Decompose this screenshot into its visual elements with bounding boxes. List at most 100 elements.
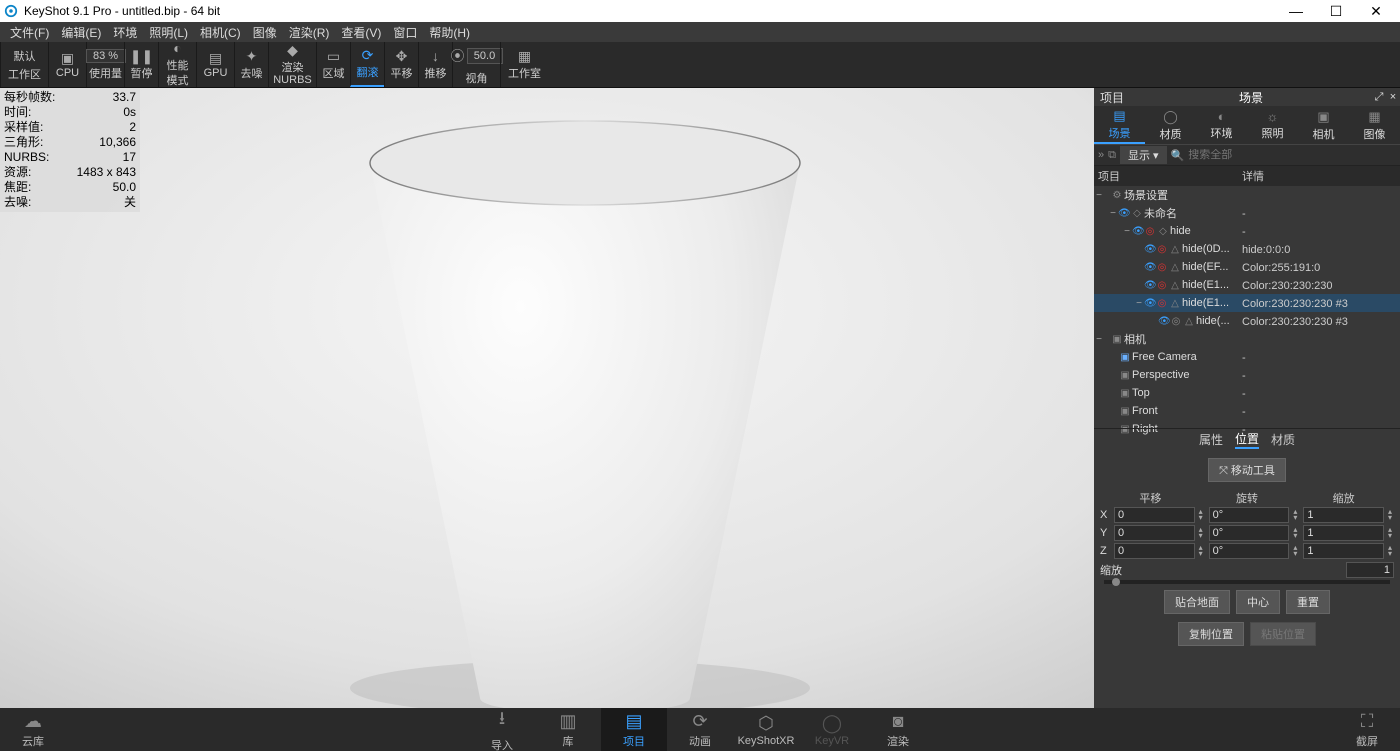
vr-icon: ◯ [822, 713, 842, 734]
region-button[interactable]: ▭ 区域 [316, 42, 350, 87]
search-row: » ⧉ 显示 ▾ 🔍 [1094, 144, 1400, 166]
menu-view[interactable]: 查看(V) [335, 24, 387, 41]
tab-scene[interactable]: ▤场景 [1094, 106, 1145, 144]
tree-icon[interactable]: ⧉ [1108, 149, 1116, 162]
menu-edit[interactable]: 编辑(E) [55, 24, 107, 41]
uniform-scale-input[interactable] [1346, 562, 1394, 578]
close-button[interactable]: ✕ [1356, 3, 1396, 20]
rotate-x-input[interactable] [1209, 507, 1290, 523]
scale-y-input[interactable] [1303, 525, 1384, 541]
menu-file[interactable]: 文件(F) [4, 24, 55, 41]
panel-maximize-icon[interactable]: ⤢ [1372, 91, 1386, 104]
transform-headers: 平移 旋转 缩放 [1094, 490, 1400, 506]
usage-button[interactable]: 83 % 使用量 [86, 42, 124, 87]
denoise-button[interactable]: ✦ 去噪 [234, 42, 268, 87]
bottom-bar: ☁云库 ⭳导入 ▥库 ▤项目 ⟳动画 ⬡KeyShotXR ◯KeyVR ◙渲染… [0, 708, 1400, 751]
scale-z-input[interactable] [1303, 543, 1384, 559]
chevron-right-icon[interactable]: » [1098, 149, 1104, 161]
center-button[interactable]: 中心 [1236, 590, 1280, 614]
menu-render[interactable]: 渲染(R) [283, 24, 336, 41]
tree-cameras[interactable]: −▣相机 [1094, 330, 1400, 348]
maximize-button[interactable]: ☐ [1316, 3, 1356, 20]
transform-x-row: X ▴▾ ▴▾ ▴▾ [1094, 506, 1400, 524]
rotate-y-input[interactable] [1209, 525, 1290, 541]
tab-image[interactable]: ▦图像 [1349, 106, 1400, 144]
app-logo-icon [4, 4, 18, 18]
move-tool-button[interactable]: ⤧ 移动工具 [1208, 458, 1286, 482]
pause-button[interactable]: ❚❚ 暂停 [124, 42, 158, 87]
panel-close-icon[interactable]: × [1386, 91, 1400, 103]
pause-icon: ❚❚ [130, 49, 153, 63]
translate-z-input[interactable] [1114, 543, 1195, 559]
render-button[interactable]: ◙渲染 [865, 708, 931, 751]
tree-perspective[interactable]: ▣Perspective - [1094, 366, 1400, 384]
tree-free-camera[interactable]: ▣Free Camera - [1094, 348, 1400, 366]
project-button[interactable]: ▤项目 [601, 708, 667, 751]
cloud-library-button[interactable]: ☁云库 [0, 708, 66, 751]
sparkle-icon: ✦ [246, 49, 258, 63]
move-icon: ✥ [396, 49, 408, 63]
tree-top[interactable]: ▣Top - [1094, 384, 1400, 402]
render-preview [0, 88, 1094, 708]
fov-value[interactable]: 50.0 [467, 48, 503, 64]
tree-header: 项目 详情 [1094, 166, 1400, 186]
studio-button[interactable]: ▦ 工作室 [500, 42, 548, 87]
tab-camera[interactable]: ▣相机 [1298, 106, 1349, 144]
scale-slider[interactable] [1104, 580, 1390, 584]
dolly-button[interactable]: ↓ 推移 [418, 42, 452, 87]
subtab-properties[interactable]: 属性 [1199, 431, 1223, 448]
cpu-icon: ▣ [61, 51, 74, 65]
screenshot-button[interactable]: ⛶截屏 [1334, 708, 1400, 751]
menu-env[interactable]: 环境 [107, 24, 143, 41]
tab-environment[interactable]: ◐环境 [1196, 106, 1247, 144]
import-button[interactable]: ⭳导入 [469, 708, 535, 751]
gpu-button[interactable]: ▤ GPU [196, 42, 234, 87]
tab-material[interactable]: ◯材质 [1145, 106, 1196, 144]
menu-help[interactable]: 帮助(H) [423, 24, 476, 41]
pan-button[interactable]: ✥ 平移 [384, 42, 418, 87]
tree-hide-0d[interactable]: 👁◎△hide(0D... hide:0:0:0 [1094, 240, 1400, 258]
tree-front[interactable]: ▣Front - [1094, 402, 1400, 420]
cpu-button[interactable]: ▣ CPU [48, 42, 86, 87]
workspace-button[interactable]: 默认 工作区 [0, 42, 48, 87]
scene-tree: −⚙场景设置 −👁◇未命名 - −👁◎◇hide - 👁◎△hide(0D...… [1094, 186, 1400, 428]
menu-camera[interactable]: 相机(C) [194, 24, 247, 41]
reset-button[interactable]: 重置 [1286, 590, 1330, 614]
menu-window[interactable]: 窗口 [387, 24, 423, 41]
tree-hide-child[interactable]: 👁◎△hide(... Color:230:230:230 #3 [1094, 312, 1400, 330]
subtab-material[interactable]: 材质 [1271, 431, 1295, 448]
sub-tabs: 属性 位置 材质 [1094, 428, 1400, 450]
translate-y-input[interactable] [1114, 525, 1195, 541]
menu-light[interactable]: 照明(L) [143, 24, 194, 41]
tab-lighting[interactable]: ☼照明 [1247, 106, 1298, 144]
studio-icon: ▦ [518, 49, 531, 63]
search-input[interactable] [1188, 149, 1396, 161]
tree-hide[interactable]: −👁◎◇hide - [1094, 222, 1400, 240]
tree-unnamed[interactable]: −👁◇未命名 - [1094, 204, 1400, 222]
tumble-button[interactable]: ⟳ 翻滚 [350, 42, 384, 87]
viewport[interactable]: 每秒帧数:33.7 时间:0s 采样值:2 三角形:10,366 NURBS:1… [0, 88, 1094, 708]
paste-position-button[interactable]: 粘贴位置 [1250, 622, 1316, 646]
play-icon: ⟳ [692, 711, 707, 732]
tree-hide-ef[interactable]: 👁◎△hide(EF... Color:255:191:0 [1094, 258, 1400, 276]
fov-button[interactable]: ⦿50.0 视角 [452, 42, 500, 87]
display-dropdown[interactable]: 显示 ▾ [1120, 146, 1167, 164]
tree-scene-settings[interactable]: −⚙场景设置 [1094, 186, 1400, 204]
render-nurbs-button[interactable]: ◆ 渲染 NURBS [268, 42, 316, 87]
rotate-z-input[interactable] [1209, 543, 1290, 559]
library-button[interactable]: ▥库 [535, 708, 601, 751]
scale-x-input[interactable] [1303, 507, 1384, 523]
tree-hide-e1b[interactable]: −👁◎△hide(E1... Color:230:230:230 #3 [1094, 294, 1400, 312]
copy-position-button[interactable]: 复制位置 [1178, 622, 1244, 646]
subtab-position[interactable]: 位置 [1235, 430, 1259, 449]
fit-ground-button[interactable]: 贴合地面 [1164, 590, 1230, 614]
tree-hide-e1a[interactable]: 👁◎△hide(E1... Color:230:230:230 [1094, 276, 1400, 294]
screenshot-icon: ⛶ [1361, 711, 1374, 732]
animation-button[interactable]: ⟳动画 [667, 708, 733, 751]
keyvr-button[interactable]: ◯KeyVR [799, 708, 865, 751]
keyshotxr-button[interactable]: ⬡KeyShotXR [733, 708, 799, 751]
menu-image[interactable]: 图像 [247, 24, 283, 41]
perf-button[interactable]: ◐ 性能 模式 [158, 42, 196, 87]
minimize-button[interactable]: — [1276, 3, 1316, 19]
translate-x-input[interactable] [1114, 507, 1195, 523]
